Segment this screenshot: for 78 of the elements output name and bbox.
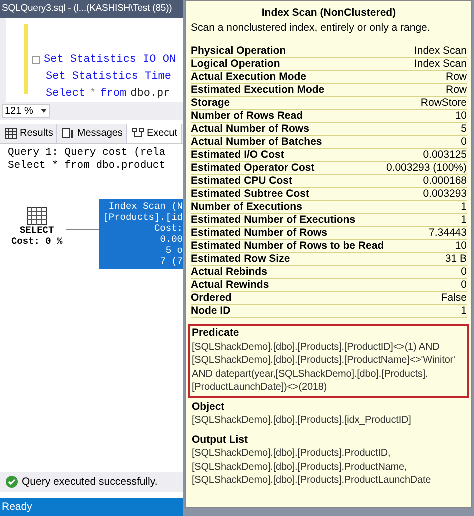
plan-node[interactable]: Index Scan (N [Products].[id Cost: 0.00 5 o 7 (7 [99,199,183,269]
section-heading: Output List [192,434,249,447]
property-value: Index Scan [414,58,467,70]
code-token: Select [46,88,86,100]
success-icon [6,476,18,488]
collapse-icon[interactable] [32,56,40,64]
property-value: 1 [461,305,467,317]
node-cost: Cost: 0 % [11,236,63,247]
property-value: 0.003125 [423,149,467,161]
property-name: Actual Rebinds [191,266,268,278]
zoom-dropdown[interactable]: 121 % [2,104,50,118]
property-name: Number of Executions [191,201,302,213]
section-text: [SQLShackDemo].[dbo].[Products].[ProductName]<>'Winitor' [192,354,456,368]
code-token: Set Statistics IO ON [44,54,176,66]
section-text: [SQLShackDemo].[dbo].[Products].ProductLaunchDate [192,474,432,488]
property-name: Estimated CPU Cost [191,175,293,187]
property-name: Estimated Operator Cost [191,162,315,174]
section-heading: Object [192,400,226,414]
property-name: Estimated Execution Mode [191,84,325,96]
section-text: AND datepart(year,[SQLShackDemo].[dbo].[Products]. [192,368,430,381]
property-value: 0 [461,279,467,291]
status-message: Query executed successfully. [22,476,158,488]
property-value: Row [446,84,467,96]
property-value: 1 [461,214,467,226]
caret-icon [41,109,47,113]
tooltip-description: Scan a nonclustered index, entirely or only a range. [191,22,432,35]
property-name: Storage [191,97,230,109]
code-token: from [100,88,127,100]
section-text: [SQLShackDemo].[dbo].[Products].[ProductID]<>(1) AND [192,340,441,354]
property-value: 10 [455,240,467,252]
property-value: 10 [455,110,467,122]
property-name: Estimated Subtree Cost [191,188,310,200]
section-text: [ProductLaunchDate])<>(2018) [192,381,328,394]
property-value: 31 B [445,253,467,265]
property-value: RowStore [420,97,467,109]
property-value: False [441,292,467,304]
table-icon [27,207,48,225]
property-name: Actual Number of Batches [191,136,322,148]
section-text: [SQLShackDemo].[dbo].[Products].ProductName, [192,460,408,474]
property-name: Estimated Number of Rows [191,227,328,239]
property-name: Logical Operation [191,58,280,70]
property-value: 0 [461,266,467,278]
code-token: * [90,88,96,100]
status-bar: Ready [0,498,183,516]
result-tab[interactable]: Execut [126,124,182,143]
property-value: 0.003293 (100%) [386,162,467,174]
tooltip-title: Index Scan (NonClustered) [260,7,398,20]
property-name: Actual Number of Rows [191,123,310,135]
property-name: Ordered [191,292,232,304]
window-title: SQLQuery3.sql - (l...(KASHISH\Test (85)) [0,0,183,18]
plan-icon [132,128,144,139]
property-value: Index Scan [414,45,467,57]
property-name: Estimated Number of Executions [191,214,356,226]
property-name: Estimated Number of Rows to be Read [191,240,384,252]
property-name: Estimated Row Size [191,253,290,265]
grid-icon [5,128,17,139]
property-value: Row [446,71,467,83]
property-name: Estimated I/O Cost [191,149,284,161]
code-token: dbo.pr [130,88,170,100]
query-text: Select * from dbo.product [7,160,167,173]
code-token: Set Statistics Time [46,71,172,83]
section-heading: Predicate [192,327,240,340]
property-value: 5 [461,123,467,135]
property-name: Actual Execution Mode [191,71,307,83]
section-text: [SQLShackDemo].[dbo].[Products].[idx_ProductID] [192,414,412,428]
property-value: 0.000168 [423,175,467,187]
property-value: 7.34443 [429,227,467,239]
property-value: 0 [461,136,467,148]
section-text: [SQLShackDemo].[dbo].[Products].ProductID, [192,447,392,460]
document-icon [62,128,74,139]
property-value: 1 [461,201,467,213]
property-name: Actual Rewinds [191,279,270,291]
property-name: Physical Operation [191,45,286,57]
property-value: 0.003293 [423,188,467,200]
query-text: Query 1: Query cost (rela [7,147,167,160]
property-name: Number of Rows Read [191,110,304,122]
property-name: Node ID [191,305,231,317]
node-label: SELECT [20,225,54,236]
